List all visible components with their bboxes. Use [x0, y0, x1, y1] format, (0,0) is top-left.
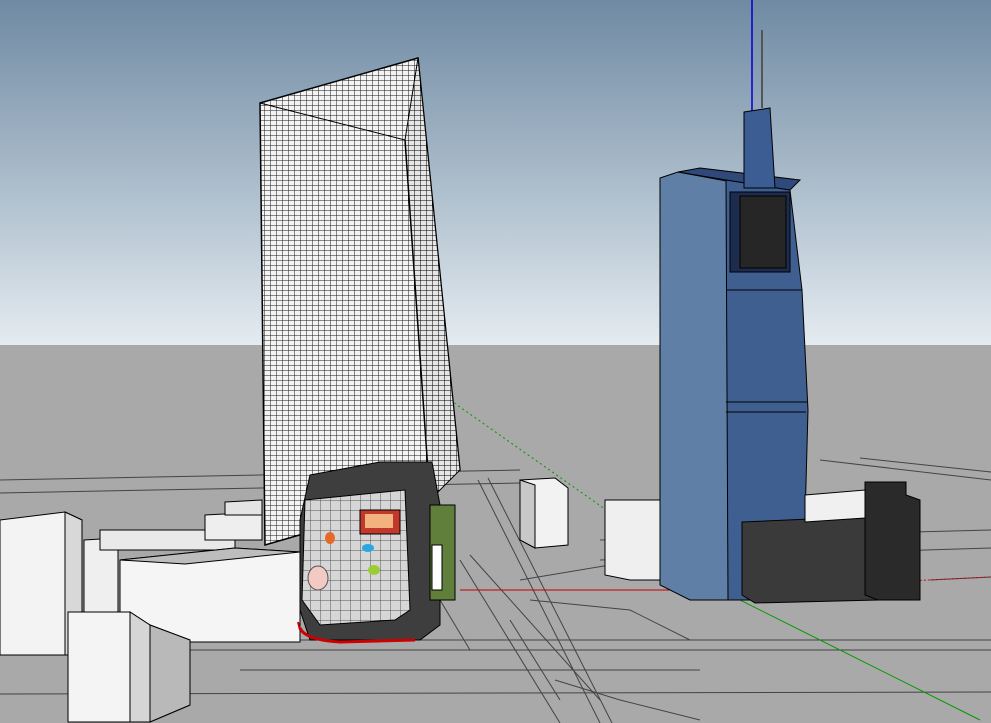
3d-viewport[interactable] [0, 0, 991, 723]
mid-block[interactable] [519, 477, 569, 549]
podium-mall[interactable] [297, 461, 456, 644]
sky [0, 0, 991, 347]
scene-canvas[interactable] [0, 0, 991, 723]
